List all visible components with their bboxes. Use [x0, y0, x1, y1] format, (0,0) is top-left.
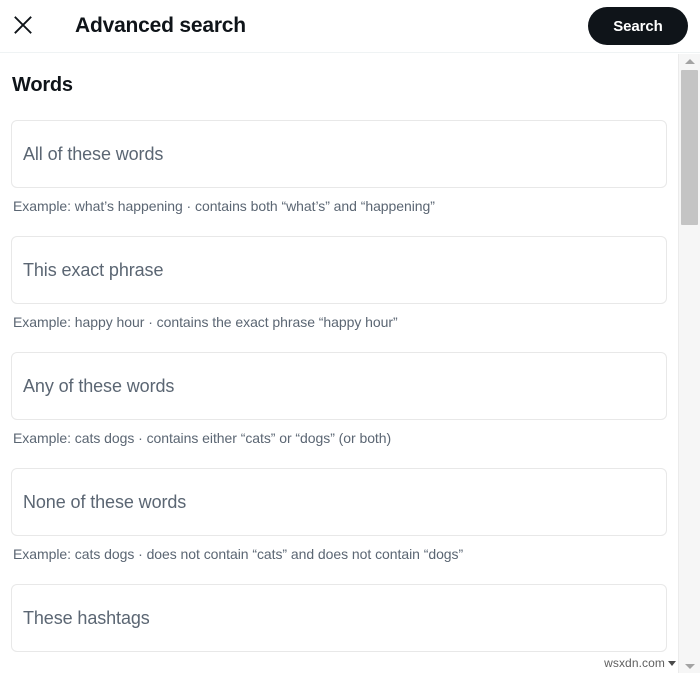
- section-title-words: Words: [12, 74, 73, 96]
- field-group-all-of-these-words: All of these words Example: what’s happe…: [11, 120, 667, 215]
- field-hint-this-exact-phrase: Example: happy hour · contains the exact…: [13, 314, 398, 330]
- vertical-scrollbar[interactable]: [678, 54, 700, 673]
- field-hint-none-of-these-words: Example: cats dogs · does not contain “c…: [13, 546, 464, 562]
- field-none-of-these-words[interactable]: None of these words: [11, 468, 667, 536]
- field-any-of-these-words[interactable]: Any of these words: [11, 352, 667, 420]
- page-title: Advanced search: [75, 14, 246, 37]
- close-icon: [13, 15, 33, 35]
- advanced-search-dialog: Advanced search Search Words All of thes…: [0, 0, 700, 673]
- field-hint-any-of-these-words: Example: cats dogs · contains either “ca…: [13, 430, 392, 446]
- field-hint-all-of-these-words: Example: what’s happening · contains bot…: [13, 198, 435, 214]
- field-label-this-exact-phrase: This exact phrase: [23, 260, 164, 280]
- field-label-none-of-these-words: None of these words: [23, 492, 187, 512]
- scroll-down-button[interactable]: [679, 659, 700, 673]
- field-group-none-of-these-words: None of these words Example: cats dogs ·…: [11, 468, 667, 563]
- close-button[interactable]: [6, 8, 40, 42]
- field-group-any-of-these-words: Any of these words Example: cats dogs · …: [11, 352, 667, 447]
- field-label-all-of-these-words: All of these words: [23, 144, 164, 164]
- advanced-search-form: Words All of these words Example: what’s…: [0, 74, 678, 652]
- field-all-of-these-words[interactable]: All of these words: [11, 120, 667, 188]
- field-this-exact-phrase[interactable]: This exact phrase: [11, 236, 667, 304]
- field-label-these-hashtags: These hashtags: [23, 608, 150, 628]
- scroll-up-button[interactable]: [679, 54, 700, 68]
- scroll-content-area: Words All of these words Example: what’s…: [0, 54, 678, 673]
- field-group-these-hashtags: These hashtags: [11, 584, 667, 652]
- triangle-up-icon: [684, 58, 695, 64]
- triangle-down-icon: [684, 663, 695, 669]
- field-group-this-exact-phrase: This exact phrase Example: happy hour · …: [11, 236, 667, 331]
- field-these-hashtags[interactable]: These hashtags: [11, 584, 667, 652]
- search-button[interactable]: Search: [588, 7, 688, 45]
- watermark-text: wsxdn.com: [604, 656, 665, 670]
- field-label-any-of-these-words: Any of these words: [23, 376, 175, 396]
- watermark: wsxdn.com: [602, 655, 678, 671]
- scrollbar-thumb[interactable]: [681, 70, 698, 225]
- dialog-header: Advanced search Search: [0, 0, 700, 53]
- triangle-down-icon: [668, 660, 676, 666]
